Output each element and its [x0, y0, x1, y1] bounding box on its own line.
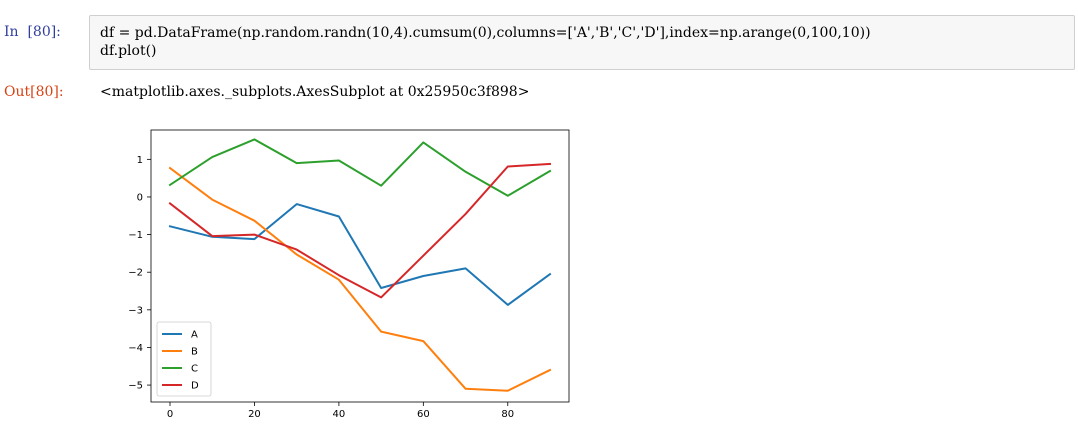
series-line-c	[168, 138, 552, 197]
series-line-d	[168, 162, 552, 299]
x-tick-label: 40	[333, 409, 346, 420]
code-input-area[interactable]: df = pd.DataFrame(np.random.randn(10,4).…	[89, 15, 1075, 70]
code-line: df.plot()	[100, 43, 157, 59]
y-tick-label: −4	[128, 343, 143, 354]
legend-label-b: B	[191, 347, 198, 358]
axes-frame	[150, 129, 570, 403]
y-tick-label: −2	[128, 268, 143, 279]
x-tick-label: 80	[501, 409, 514, 420]
output-prompt: Out[80]:	[4, 84, 64, 100]
y-tick-label: −3	[128, 305, 143, 316]
plot-output: 0 20 40 60 80 1 0 −1 −2 −3 −4 −5 ABCD	[100, 115, 600, 431]
y-tick-label: −1	[128, 230, 143, 241]
series-line-b	[168, 166, 552, 392]
output-repr-text: <matplotlib.axes._subplots.AxesSubplot a…	[100, 84, 530, 100]
code-line: df = pd.DataFrame(np.random.randn(10,4).…	[100, 25, 871, 41]
legend-label-d: D	[191, 381, 199, 392]
series-line-a	[168, 203, 552, 306]
y-tick-label: 0	[137, 192, 143, 203]
line-chart: 0 20 40 60 80 1 0 −1 −2 −3 −4 −5 ABCD	[128, 129, 570, 420]
legend-label-a: A	[191, 330, 198, 341]
x-tick-label: 60	[417, 409, 430, 420]
y-tick-label: −5	[128, 381, 143, 392]
legend-label-c: C	[191, 364, 198, 375]
x-tick-label: 0	[167, 409, 173, 420]
y-tick-label: 1	[137, 155, 143, 166]
input-prompt: In [80]:	[4, 24, 61, 40]
x-tick-label: 20	[248, 409, 261, 420]
